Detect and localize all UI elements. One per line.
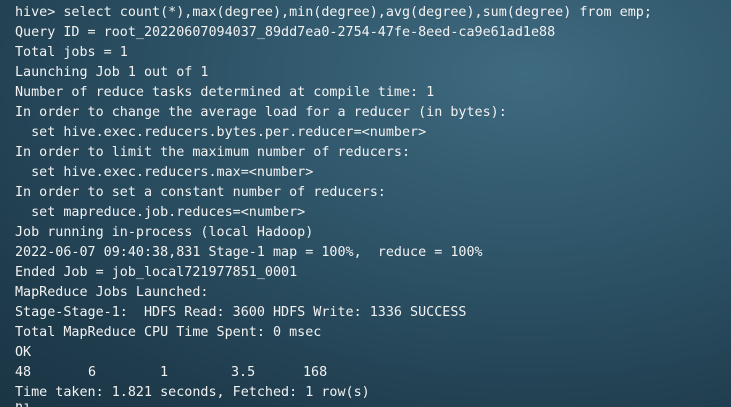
- result-cell-min: 1: [160, 365, 169, 380]
- output-line: Total jobs = 1: [15, 45, 128, 60]
- output-line: In order to set a constant number of red…: [15, 185, 386, 200]
- time-taken-line: Time taken: 1.821 seconds, Fetched: 1 ro…: [15, 385, 370, 400]
- terminal-output: hive> select count(*),max(degree),min(de…: [15, 3, 652, 407]
- output-line: In order to change the average load for …: [15, 105, 507, 120]
- result-cell-sum: 168: [303, 365, 328, 380]
- result-cell-count: 48: [15, 365, 32, 380]
- terminal-window[interactable]: hive> select count(*),max(degree),min(de…: [0, 0, 731, 407]
- output-line: Stage-Stage-1: HDFS Read: 3600 HDFS Writ…: [15, 305, 467, 320]
- output-line: In order to limit the maximum number of …: [15, 145, 411, 160]
- result-cell-avg: 3.5: [231, 365, 256, 380]
- output-line: MapReduce Jobs Launched:: [15, 285, 209, 300]
- output-line: set mapreduce.job.reduces=<number>: [15, 205, 306, 220]
- output-line: 2022-06-07 09:40:38,831 Stage-1 map = 10…: [15, 245, 483, 260]
- output-line: Query ID = root_20220607094037_89dd7ea0-…: [15, 25, 556, 40]
- command-line: hive> select count(*),max(degree),min(de…: [15, 5, 652, 20]
- output-line: set hive.exec.reducers.bytes.per.reducer…: [15, 125, 427, 140]
- query-result-row: 48 6 1 3.5 168: [15, 363, 652, 383]
- output-line: Launching Job 1 out of 1: [15, 65, 209, 80]
- output-line: set hive.exec.reducers.max=<number>: [15, 165, 314, 180]
- output-line: Number of reduce tasks determined at com…: [15, 85, 435, 100]
- next-prompt-partial[interactable]: hi: [15, 403, 652, 407]
- result-cell-max: 6: [88, 365, 97, 380]
- output-line: Job running in-process (local Hadoop): [15, 225, 314, 240]
- output-line: Total MapReduce CPU Time Spent: 0 msec: [15, 325, 322, 340]
- output-line: Ended Job = job_local721977851_0001: [15, 265, 298, 280]
- ok-status-line: OK: [15, 345, 32, 360]
